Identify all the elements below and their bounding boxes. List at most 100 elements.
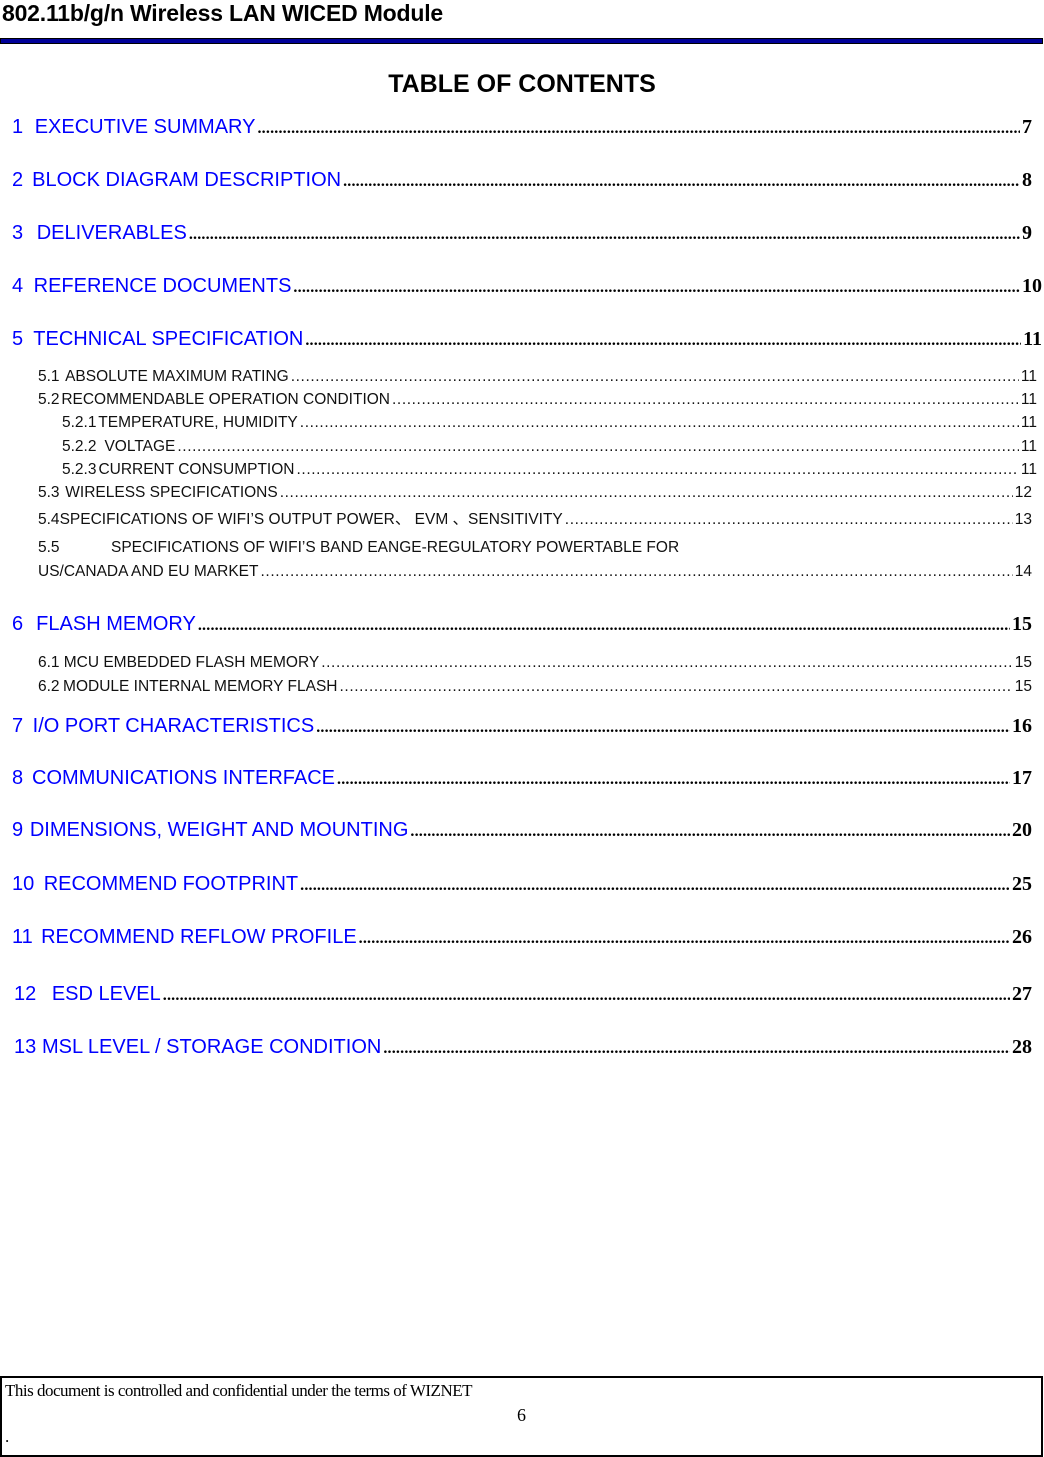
toc-entry-number: 5.2.2 xyxy=(62,438,97,455)
toc-subentry[interactable]: 5.2.2 VOLTAGE ..........................… xyxy=(62,438,1037,456)
toc-entry-page[interactable]: 15 xyxy=(1015,654,1032,672)
toc-entry-number: 4 xyxy=(12,275,24,297)
toc-entry-page[interactable]: 11 xyxy=(1021,438,1037,456)
toc-entry-label[interactable]: DELIVERABLES xyxy=(37,222,187,245)
toc-entry-label[interactable]: SPECIFICATIONS OF WIFI’S OUTPUT POWER、 E… xyxy=(60,507,563,529)
toc-entry-label[interactable]: EXECUTIVE SUMMARY xyxy=(35,116,256,139)
document-title: 802.11b/g/n Wireless LAN WICED Module xyxy=(2,0,443,26)
toc-subentry[interactable]: US/CANADA AND EU MARKET ................… xyxy=(38,563,1032,581)
toc-subentry[interactable]: 5.4 SPECIFICATIONS OF WIFI’S OUTPUT POWE… xyxy=(38,507,1032,529)
toc-entry-page[interactable]: 16 xyxy=(1012,715,1032,738)
toc-entry-label[interactable]: DIMENSIONS, WEIGHT AND MOUNTING xyxy=(30,819,409,842)
toc-entry[interactable]: 8 COMMUNICATIONS INTERFACE .............… xyxy=(12,767,1032,790)
toc-entry-number: 6.1 xyxy=(38,654,60,671)
toc-entry-page[interactable]: 7 xyxy=(1022,116,1032,139)
toc-subentry[interactable]: 5.2 RECOMMENDABLE OPERATION CONDITION ..… xyxy=(38,391,1037,409)
toc-entry-page[interactable]: 14 xyxy=(1015,563,1032,581)
toc-subentry-first-line[interactable]: 5.5 SPECIFICATIONS OF WIFI’S BAND EANGE-R… xyxy=(38,539,679,557)
toc-entry-page[interactable]: 12 xyxy=(1015,484,1032,502)
toc-entry-page[interactable]: 25 xyxy=(1012,873,1032,896)
toc-entry-page[interactable]: 10 xyxy=(1022,275,1042,298)
toc-entry-label-continued[interactable]: US/CANADA AND EU MARKET xyxy=(38,563,259,581)
toc-entry-number: 13 xyxy=(14,1036,37,1058)
toc-entry-label[interactable]: FLASH MEMORY xyxy=(36,613,196,636)
toc-entry-label[interactable]: TECHNICAL SPECIFICATION xyxy=(33,328,303,351)
toc-entry-page[interactable]: 26 xyxy=(1012,926,1032,949)
toc-entry[interactable]: 11 RECOMMEND REFLOW PROFILE ............… xyxy=(12,926,1032,949)
toc-entry[interactable]: 2 BLOCK DIAGRAM DESCRIPTION ............… xyxy=(12,169,1032,192)
toc-leader-dots: ........................................… xyxy=(299,414,1019,431)
toc-entry[interactable]: 12 ESD LEVEL ...........................… xyxy=(14,983,1032,1006)
toc-subentry[interactable]: 5.2.1 TEMPERATURE, HUMIDITY ............… xyxy=(62,414,1037,432)
toc-entry-label[interactable]: MSL LEVEL / STORAGE CONDITION xyxy=(42,1036,381,1059)
toc-entry-page[interactable]: 28 xyxy=(1012,1036,1032,1059)
toc-entry-page[interactable]: 27 xyxy=(1012,983,1032,1006)
toc-subentry[interactable]: 6.2 MODULE INTERNAL MEMORY FLASH .......… xyxy=(38,678,1032,696)
toc-entry-number: 5.5 xyxy=(38,539,60,556)
page-number: 6 xyxy=(517,1405,526,1425)
toc-entry-label[interactable]: ESD LEVEL xyxy=(52,983,161,1006)
toc-entry-number: 10 xyxy=(12,873,35,895)
toc-entry-number: 9 xyxy=(12,819,24,841)
toc-entry-label[interactable]: MODULE INTERNAL MEMORY FLASH xyxy=(63,678,337,696)
toc-entry-page[interactable]: 8 xyxy=(1022,169,1032,192)
toc-subentry[interactable]: 5.1 ABSOLUTE MAXIMUM RATING ............… xyxy=(38,368,1037,386)
toc-entry-page[interactable]: 11 xyxy=(1021,368,1037,386)
toc-entry[interactable]: 9 DIMENSIONS, WEIGHT AND MOUNTING ......… xyxy=(12,819,1032,842)
toc-leader-dots: ........................................… xyxy=(257,120,1020,137)
toc-entry-page[interactable]: 11 xyxy=(1021,391,1037,409)
toc-entry-page[interactable]: 20 xyxy=(1012,819,1032,842)
toc-entry-label[interactable]: CURRENT CONSUMPTION xyxy=(98,461,294,479)
toc-entry[interactable]: 4 REFERENCE DOCUMENTS ..................… xyxy=(12,275,1042,298)
toc-entry-label[interactable]: RECOMMENDABLE OPERATION CONDITION xyxy=(61,391,390,409)
toc-entry-page[interactable]: 15 xyxy=(1012,613,1032,636)
toc-entry[interactable]: 3 DELIVERABLES .........................… xyxy=(12,222,1032,245)
toc-entry[interactable]: 1 EXECUTIVE SUMMARY ....................… xyxy=(12,116,1032,139)
toc-entry[interactable]: 13 MSL LEVEL / STORAGE CONDITION .......… xyxy=(14,1036,1032,1059)
toc-entry-page[interactable]: 13 xyxy=(1015,511,1032,529)
toc-entry-page[interactable]: 9 xyxy=(1022,222,1032,245)
toc-entry-label[interactable]: SPECIFICATIONS OF WIFI’S BAND EANGE-REGU… xyxy=(111,539,679,556)
toc-leader-dots: ........................................… xyxy=(177,438,1019,455)
toc-entry-number: 11 xyxy=(12,926,33,948)
toc-entry-label[interactable]: REFERENCE DOCUMENTS xyxy=(34,275,292,298)
toc-entry-number: 6.2 xyxy=(38,678,60,695)
toc-entry-label[interactable]: WIRELESS SPECIFICATIONS xyxy=(65,484,277,502)
toc-entry[interactable]: 5 TECHNICAL SPECIFICATION ..............… xyxy=(12,328,1042,351)
toc-entry-label[interactable]: MCU EMBEDDED FLASH MEMORY xyxy=(64,654,320,672)
toc-entry-label[interactable]: COMMUNICATIONS INTERFACE xyxy=(32,767,335,790)
toc-leader-dots: ........................................… xyxy=(290,368,1019,385)
toc-entry-number: 5.2 xyxy=(38,391,60,408)
toc-leader-dots: ........................................… xyxy=(293,279,1020,296)
toc-leader-dots: ........................................… xyxy=(260,563,1013,580)
toc-leader-dots: ........................................… xyxy=(162,987,1010,1004)
toc-entry-page[interactable]: 17 xyxy=(1012,767,1032,790)
toc-entry-label[interactable]: RECOMMEND FOOTPRINT xyxy=(44,873,298,896)
toc-entry-label[interactable]: ABSOLUTE MAXIMUM RATING xyxy=(65,368,289,386)
toc-entry-number: 8 xyxy=(12,767,24,789)
toc-entry-number: 5.3 xyxy=(38,484,60,501)
toc-entry-number: 5 xyxy=(12,328,24,350)
toc-leader-dots: ........................................… xyxy=(300,877,1010,894)
toc-entry-page[interactable]: 11 xyxy=(1023,328,1042,351)
toc-entry-label[interactable]: VOLTAGE xyxy=(104,438,175,456)
toc-entry-label[interactable]: I/O PORT CHARACTERISTICS xyxy=(33,715,315,738)
toc-entry[interactable]: 6 FLASH MEMORY .........................… xyxy=(12,613,1032,636)
toc-entry-number: 5.2.1 xyxy=(62,414,97,431)
footer-trailing-mark: . xyxy=(5,1427,10,1446)
toc-entry[interactable]: 7 I/O PORT CHARACTERISTICS .............… xyxy=(12,715,1032,738)
toc-entry[interactable]: 10 RECOMMEND FOOTPRINT .................… xyxy=(12,873,1032,896)
toc-entry-number: 5.1 xyxy=(38,368,60,385)
toc-subentry[interactable]: 6.1 MCU EMBEDDED FLASH MEMORY ..........… xyxy=(38,654,1032,672)
toc-subentry[interactable]: 5.2.3 CURRENT CONSUMPTION ..............… xyxy=(62,461,1037,479)
toc-entry-page[interactable]: 11 xyxy=(1021,414,1037,432)
toc-entry-page[interactable]: 15 xyxy=(1015,678,1032,696)
toc-entry-number: 7 xyxy=(12,715,24,737)
toc-subentry[interactable]: 5.3 WIRELESS SPECIFICATIONS ............… xyxy=(38,484,1032,502)
toc-entry-label[interactable]: RECOMMEND REFLOW PROFILE xyxy=(41,926,357,949)
toc-entry-page[interactable]: 11 xyxy=(1021,461,1037,479)
toc-entry-label[interactable]: BLOCK DIAGRAM DESCRIPTION xyxy=(32,169,341,192)
toc-leader-dots: ........................................… xyxy=(337,771,1010,788)
toc-leader-dots: ........................................… xyxy=(188,226,1020,243)
toc-entry-label[interactable]: TEMPERATURE, HUMIDITY xyxy=(98,414,298,432)
